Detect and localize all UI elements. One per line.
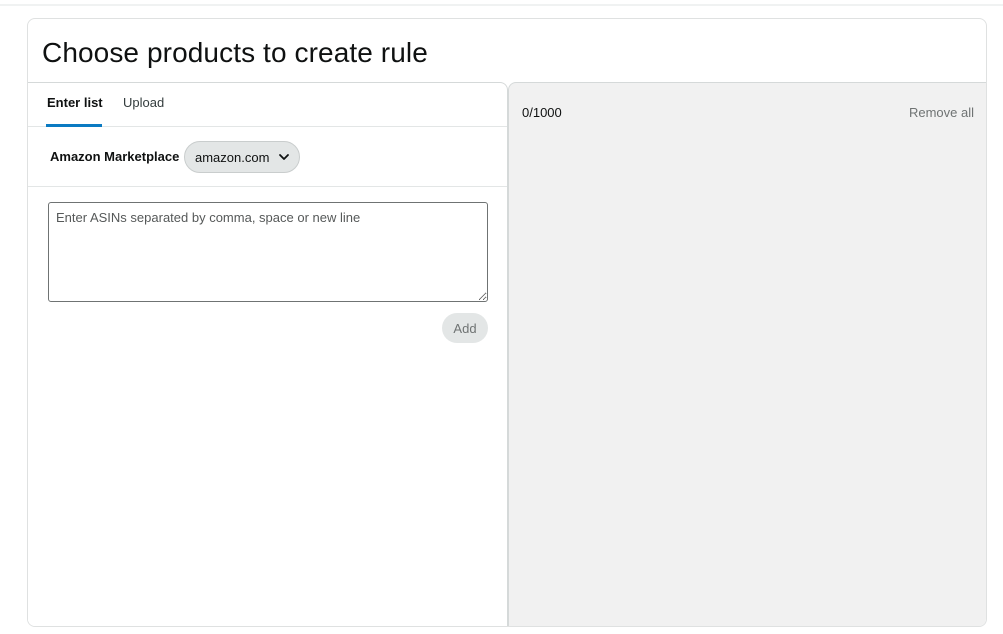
create-rule-card: Choose products to create rule Enter lis…	[27, 18, 987, 627]
product-entry-panel: Enter list Upload Amazon Marketplace ama…	[28, 82, 508, 626]
top-divider	[0, 4, 1003, 6]
selected-count: 0/1000	[522, 105, 562, 120]
marketplace-select-value: amazon.com	[195, 150, 270, 165]
marketplace-row: Amazon Marketplace amazon.com	[28, 127, 507, 187]
marketplace-select[interactable]: amazon.com	[184, 141, 300, 173]
asin-input[interactable]	[48, 202, 488, 302]
page-title: Choose products to create rule	[42, 37, 428, 68]
tab-enter-list[interactable]: Enter list	[46, 95, 103, 127]
remove-all-link[interactable]: Remove all	[909, 105, 974, 120]
tab-upload[interactable]: Upload	[123, 95, 164, 110]
entry-tabs: Enter list Upload	[28, 83, 507, 127]
add-button[interactable]: Add	[442, 313, 488, 343]
chevron-down-icon	[277, 150, 291, 164]
marketplace-label: Amazon Marketplace	[50, 149, 180, 164]
selected-products-panel: 0/1000 Remove all	[508, 82, 986, 626]
